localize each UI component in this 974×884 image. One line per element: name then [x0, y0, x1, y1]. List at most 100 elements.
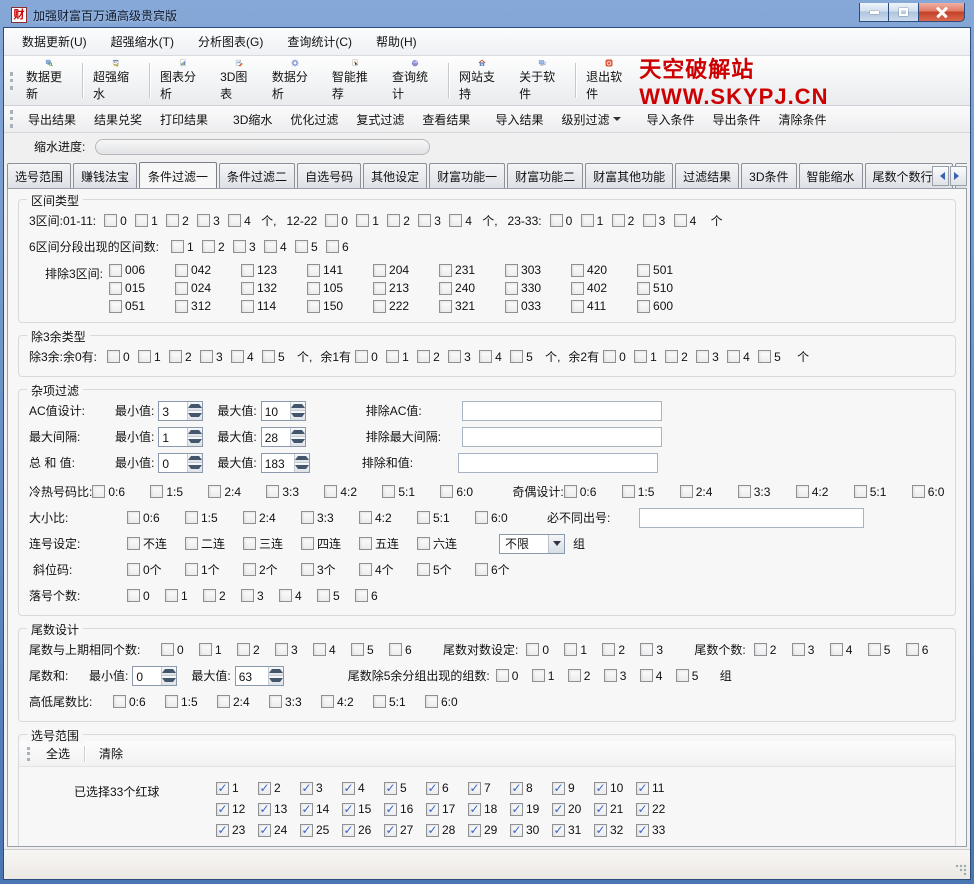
checkbox-三连[interactable]: 三连 [243, 535, 301, 552]
checkbox-4[interactable]: 4 [231, 350, 262, 364]
checkbox-2[interactable]: 2 [202, 240, 233, 254]
super-shrink-button[interactable]: 超强缩水 [86, 57, 146, 104]
checkbox-1[interactable]: 1 [171, 240, 202, 254]
checkbox-box[interactable] [295, 240, 308, 253]
checkbox-4[interactable]: 4 [342, 781, 384, 795]
checkbox-checked-icon[interactable] [384, 824, 397, 837]
checkbox-box[interactable] [307, 300, 320, 313]
checkbox-420[interactable]: 420 [571, 263, 637, 277]
checkbox-10[interactable]: 10 [594, 781, 636, 795]
checkbox-6[interactable]: 6 [355, 589, 393, 603]
checkbox-box[interactable] [138, 350, 151, 363]
checkbox-box[interactable] [326, 240, 339, 253]
checkbox-600[interactable]: 600 [637, 299, 703, 313]
checkbox-0:6[interactable]: 0:6 [127, 511, 185, 525]
checkbox-box[interactable] [505, 264, 518, 277]
checkbox-box[interactable] [640, 669, 653, 682]
spin-up-button[interactable] [269, 667, 283, 676]
checkbox-box[interactable] [505, 282, 518, 295]
spin-down-button[interactable] [188, 410, 202, 420]
checkbox-box[interactable] [313, 643, 326, 656]
checkbox-0:6[interactable]: 0:6 [92, 485, 150, 499]
checkbox-1[interactable]: 1 [138, 350, 169, 364]
checkbox-1[interactable]: 1 [564, 643, 602, 657]
spin-up-button[interactable] [291, 428, 305, 437]
toolbar-grip[interactable] [10, 72, 14, 90]
checkbox-2:4[interactable]: 2:4 [217, 695, 269, 709]
checkbox-3[interactable]: 3 [300, 781, 342, 795]
checkbox-3[interactable]: 3 [200, 350, 231, 364]
checkbox-box[interactable] [637, 282, 650, 295]
checkbox-3[interactable]: 3 [696, 350, 727, 364]
checkbox-box[interactable] [165, 589, 178, 602]
checkbox-checked-icon[interactable] [426, 824, 439, 837]
checkbox-0[interactable]: 0 [107, 350, 138, 364]
checkbox-9[interactable]: 9 [552, 781, 594, 795]
checkbox-0:6[interactable]: 0:6 [113, 695, 165, 709]
checkbox-3[interactable]: 3 [241, 589, 279, 603]
checkbox-6[interactable]: 6 [906, 643, 944, 657]
checkbox-六连[interactable]: 六连 [417, 535, 475, 552]
view-result-button[interactable]: 查看结果 [413, 107, 479, 132]
checkbox-box[interactable] [197, 214, 210, 227]
checkbox-1[interactable]: 1 [532, 669, 568, 683]
checkbox-box[interactable] [373, 300, 386, 313]
checkbox-051[interactable]: 051 [109, 299, 175, 313]
checkbox-box[interactable] [622, 485, 635, 498]
checkbox-box[interactable] [307, 282, 320, 295]
spin-up-button[interactable] [188, 402, 202, 411]
checkbox-4[interactable]: 4 [264, 240, 295, 254]
checkbox-box[interactable] [640, 643, 653, 656]
checkbox-3[interactable]: 3 [275, 643, 313, 657]
checkbox-2[interactable]: 2 [417, 350, 448, 364]
checkbox-box[interactable] [550, 214, 563, 227]
tab-condition-filter-2[interactable]: 条件过滤二 [219, 163, 295, 188]
checkbox-114[interactable]: 114 [241, 299, 307, 313]
checkbox-checked-icon[interactable] [426, 803, 439, 816]
checkbox-box[interactable] [231, 350, 244, 363]
checkbox-checked-icon[interactable] [468, 824, 481, 837]
checkbox-6:0[interactable]: 6:0 [912, 485, 967, 499]
checkbox-box[interactable] [317, 589, 330, 602]
checkbox-6:0[interactable]: 6:0 [425, 695, 477, 709]
checkbox-checked-icon[interactable] [258, 782, 271, 795]
checkbox-4[interactable]: 4 [640, 669, 676, 683]
checkbox-411[interactable]: 411 [571, 299, 637, 313]
checkbox-box[interactable] [868, 643, 881, 656]
checkbox-3[interactable]: 3 [792, 643, 830, 657]
tab-money-treasure[interactable]: 赚钱法宝 [73, 163, 137, 188]
checkbox-box[interactable] [109, 300, 122, 313]
checkbox-312[interactable]: 312 [175, 299, 241, 313]
checkbox-box[interactable] [564, 485, 577, 498]
checkbox-box[interactable] [665, 350, 678, 363]
checkbox-box[interactable] [169, 350, 182, 363]
checkbox-3:3[interactable]: 3:3 [266, 485, 324, 499]
import-result-button[interactable]: 导入结果 [486, 107, 552, 132]
checkbox-checked-icon[interactable] [510, 824, 523, 837]
checkbox-2个[interactable]: 2个 [243, 561, 301, 578]
checkbox-box[interactable] [674, 214, 687, 227]
import-condition-button[interactable]: 导入条件 [637, 107, 703, 132]
checkbox-5:1[interactable]: 5:1 [382, 485, 440, 499]
checkbox-五连[interactable]: 五连 [359, 535, 417, 552]
checkbox-box[interactable] [758, 350, 771, 363]
checkbox-4:2[interactable]: 4:2 [796, 485, 854, 499]
checkbox-1个[interactable]: 1个 [185, 561, 243, 578]
checkbox-checked-icon[interactable] [510, 803, 523, 816]
checkbox-box[interactable] [301, 563, 314, 576]
checkbox-6[interactable]: 6 [426, 781, 468, 795]
checkbox-box[interactable] [355, 589, 368, 602]
checkbox-box[interactable] [830, 643, 843, 656]
checkbox-box[interactable] [264, 240, 277, 253]
checkbox-checked-icon[interactable] [552, 803, 565, 816]
checkbox-不连[interactable]: 不连 [127, 535, 185, 552]
checkbox-box[interactable] [185, 537, 198, 550]
spin-up-button[interactable] [188, 454, 202, 463]
sum-max-spinner[interactable]: 183 [261, 453, 310, 473]
checkbox-checked-icon[interactable] [594, 803, 607, 816]
checkbox-box[interactable] [269, 695, 282, 708]
checkbox-3[interactable]: 3 [418, 214, 449, 228]
checkbox-box[interactable] [275, 643, 288, 656]
print-result-button[interactable]: 打印结果 [151, 107, 217, 132]
checkbox-2:4[interactable]: 2:4 [243, 511, 301, 525]
